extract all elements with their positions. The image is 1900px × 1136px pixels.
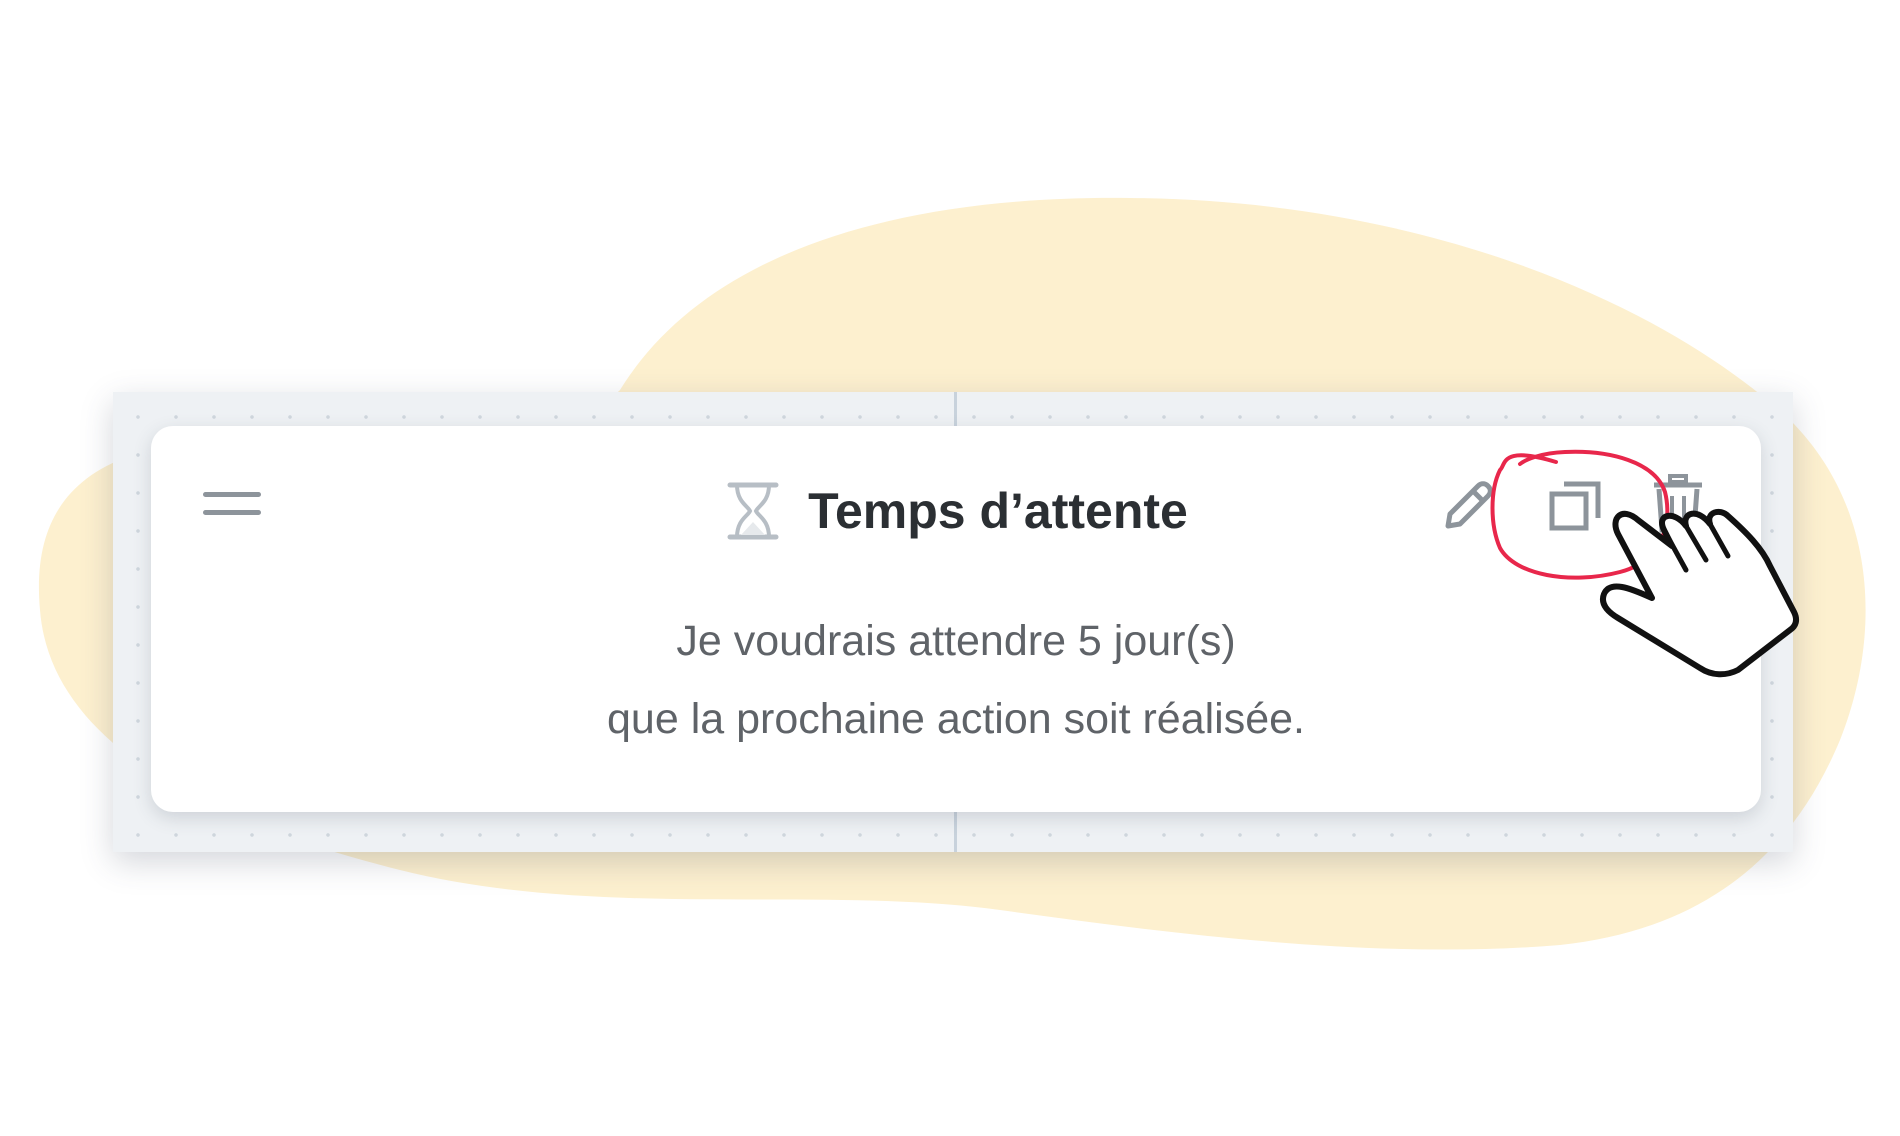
card-title: Temps d’attente [808,483,1188,539]
illustration: Temps d’attente Je voudrais attendre 5 j… [0,0,1900,1136]
hourglass-icon [727,482,779,540]
wait-step-card[interactable]: Temps d’attente Je voudrais attendre 5 j… [151,426,1761,812]
card-header: Temps d’attente [151,476,1761,546]
description-line-1: Je voudrais attendre 5 jour(s) [676,617,1236,665]
trash-icon[interactable] [1648,472,1708,536]
pencil-icon[interactable] [1436,474,1500,538]
card-description: Je voudrais attendre 5 jour(s) que la pr… [151,602,1761,758]
description-line-2: que la prochaine action soit réalisée. [607,695,1305,743]
copy-icon[interactable] [1544,474,1608,538]
